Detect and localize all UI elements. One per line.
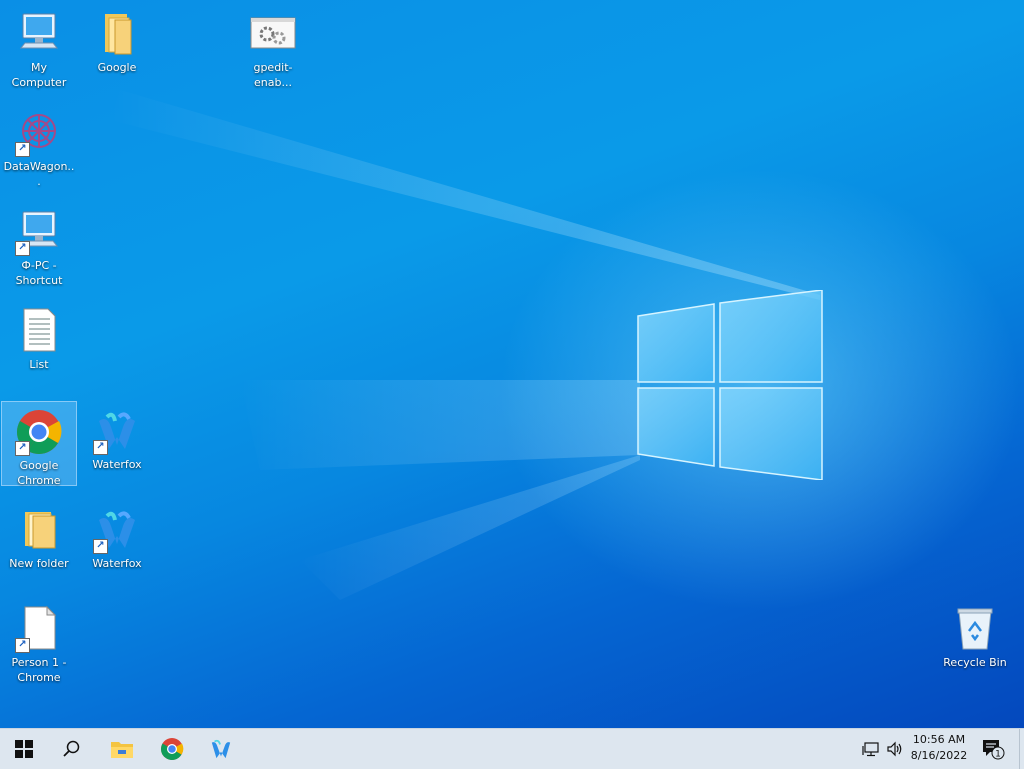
shortcut-arrow-icon: ↗ [15, 142, 30, 157]
windows-logo-wallpaper [637, 290, 823, 480]
desktop-icon-list[interactable]: List [1, 301, 77, 389]
chrome-icon: ↗ [15, 408, 63, 456]
desktop-icon-label: Ф-PC - Shortcut [15, 259, 63, 287]
desktop-icon-label: My Computer [11, 61, 67, 89]
datawagon-icon: ↗ [15, 109, 63, 157]
network-icon [862, 742, 879, 757]
shortcut-arrow-icon: ↗ [93, 440, 108, 455]
desktop-icon-label: Person 1 - Chrome [11, 656, 67, 684]
desktop-icon-google-folder[interactable]: Google [79, 4, 155, 92]
shortcut-arrow-icon: ↗ [15, 638, 30, 653]
taskbar: 10:56 AM 8/16/2022 1 [0, 728, 1024, 769]
desktop-icon-label: Waterfox [92, 458, 142, 471]
text-document-icon [15, 307, 63, 355]
clock-date: 8/16/2022 [910, 749, 968, 762]
computer-icon [15, 10, 63, 58]
waterfox-taskbar-button[interactable] [197, 729, 245, 769]
desktop-icon-datawagon[interactable]: ↗ DataWagon... [1, 103, 77, 191]
waterfox-icon: ↗ [93, 506, 141, 554]
chrome-taskbar-button[interactable] [148, 729, 196, 769]
volume-icon [887, 741, 902, 757]
network-tray-button[interactable] [860, 729, 882, 769]
wallpaper-light-beams [110, 90, 820, 600]
notification-icon: 1 [983, 740, 1005, 760]
search-icon [63, 740, 80, 757]
folder-icon [15, 506, 63, 554]
waterfox-icon [211, 739, 231, 759]
gears-file-icon [249, 10, 297, 58]
action-center-button[interactable]: 1 [978, 729, 1008, 769]
volume-tray-button[interactable] [884, 729, 906, 769]
desktop[interactable]: My Computer Google gpedit-enab... ↗ Data… [0, 0, 1024, 728]
folder-icon [93, 10, 141, 58]
desktop-icon-gpedit[interactable]: gpedit-enab... [235, 4, 311, 92]
waterfox-icon: ↗ [93, 407, 141, 455]
shortcut-arrow-icon: ↗ [93, 539, 108, 554]
chrome-icon [161, 738, 184, 760]
desktop-icon-waterfox[interactable]: ↗ Waterfox [79, 401, 155, 489]
desktop-icon-waterfox-2[interactable]: ↗ Waterfox [79, 500, 155, 588]
desktop-icon-label: DataWagon... [3, 160, 75, 188]
desktop-icon-label: Recycle Bin [943, 656, 1007, 669]
blank-file-icon: ↗ [15, 605, 63, 653]
windows-start-icon [15, 740, 33, 758]
start-button[interactable] [0, 729, 48, 769]
desktop-icon-pc-shortcut[interactable]: ↗ Ф-PC - Shortcut [1, 202, 77, 290]
computer-icon: ↗ [15, 208, 63, 256]
show-desktop-button[interactable] [1019, 729, 1024, 769]
desktop-icon-label: gpedit-enab... [253, 61, 293, 89]
notification-count: 1 [995, 750, 1001, 760]
desktop-icon-person1-chrome[interactable]: ↗ Person 1 - Chrome [1, 599, 77, 687]
desktop-icon-label: Google Chrome [17, 459, 61, 487]
desktop-icon-google-chrome[interactable]: ↗ Google Chrome [1, 401, 77, 487]
recycle-bin-icon [951, 605, 999, 653]
desktop-icon-label: List [29, 358, 49, 371]
clock-time: 10:56 AM [912, 733, 966, 746]
file-explorer-icon [111, 742, 133, 758]
desktop-icon-label: Waterfox [92, 557, 142, 570]
search-button[interactable] [48, 729, 96, 769]
file-explorer-button[interactable] [98, 729, 146, 769]
desktop-icon-recycle-bin[interactable]: Recycle Bin [937, 599, 1013, 687]
taskbar-clock[interactable]: 10:56 AM 8/16/2022 [904, 732, 974, 766]
shortcut-arrow-icon: ↗ [15, 441, 30, 456]
shortcut-arrow-icon: ↗ [15, 241, 30, 256]
desktop-icon-label: New folder [9, 557, 69, 570]
desktop-icon-label: Google [97, 61, 137, 74]
desktop-icon-my-computer[interactable]: My Computer [1, 4, 77, 92]
desktop-icon-new-folder[interactable]: New folder [1, 500, 77, 588]
